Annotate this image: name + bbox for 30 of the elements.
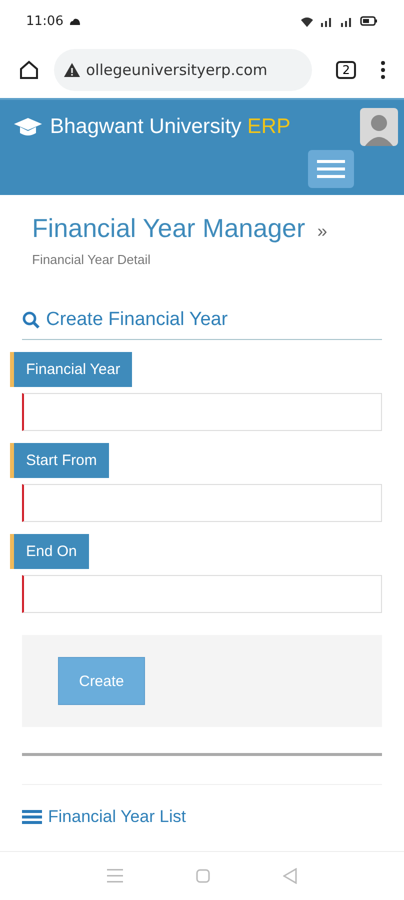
brand-title: Bhagwant University ERP <box>50 115 290 139</box>
search-icon <box>22 311 40 329</box>
field-label: Financial Year <box>10 352 132 387</box>
breadcrumb-separator: » <box>317 221 328 242</box>
url-text: ollegeuniversityerp.com <box>86 61 268 79</box>
menu-icon <box>317 160 345 178</box>
section-heading: Financial Year List <box>48 807 186 827</box>
battery-icon <box>360 16 378 26</box>
input-field[interactable] <box>22 575 382 613</box>
menu-toggle-button[interactable] <box>308 150 354 188</box>
field-label: End On <box>10 534 89 569</box>
section-heading: Create Financial Year <box>46 309 228 331</box>
back-icon[interactable] <box>283 868 298 884</box>
input-field[interactable] <box>22 393 382 431</box>
page-title: Financial Year Manager <box>32 213 306 244</box>
tab-count-button[interactable]: 2 <box>336 61 356 79</box>
graduation-cap-icon <box>14 117 42 137</box>
input-field[interactable] <box>22 484 382 522</box>
cloud-icon <box>69 18 82 24</box>
breadcrumb-text: Financial Year Detail <box>31 252 152 267</box>
menu-icon[interactable] <box>380 60 386 80</box>
wifi-icon <box>300 16 314 26</box>
warning-icon <box>64 63 80 77</box>
field-label: Start From <box>10 443 109 478</box>
signal-icon <box>320 16 334 26</box>
status-time: 11:06 <box>26 14 64 28</box>
list-icon <box>22 810 42 824</box>
signal-icon <box>340 16 354 26</box>
address-bar[interactable]: ollegeuniversityerp.com <box>54 49 312 91</box>
avatar[interactable] <box>360 108 398 146</box>
